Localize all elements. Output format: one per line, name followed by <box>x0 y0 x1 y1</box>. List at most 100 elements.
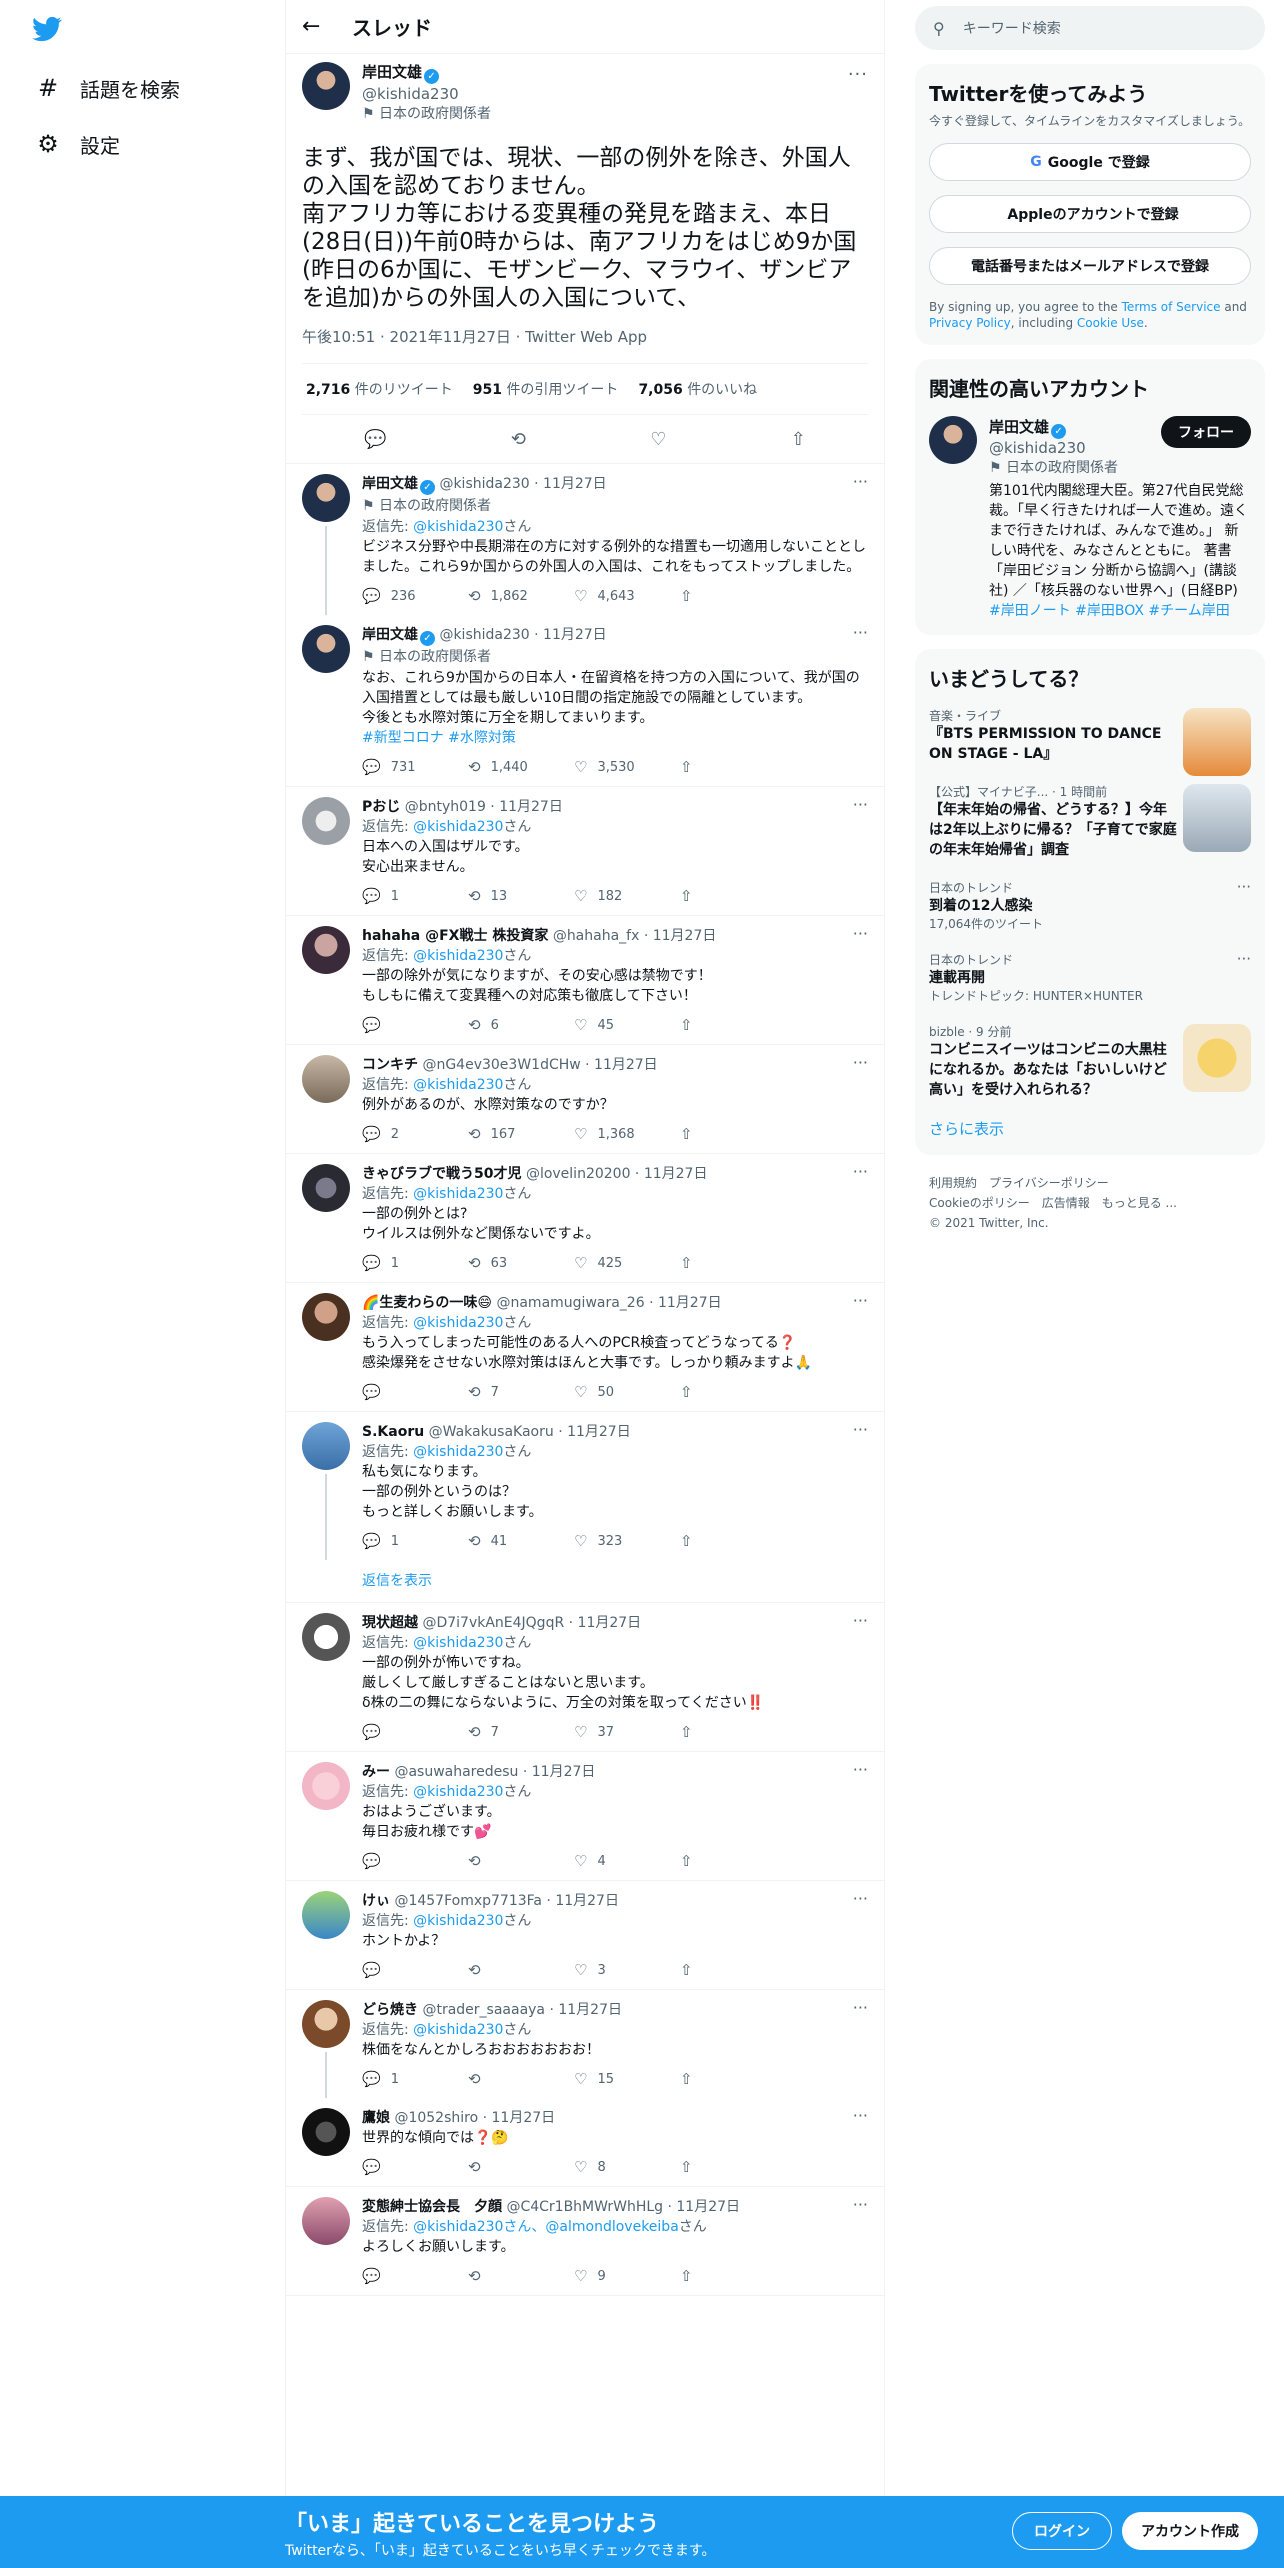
like-icon[interactable]: ♡ <box>650 429 666 450</box>
quote-count[interactable]: 951 件の引用ツイート <box>473 379 619 399</box>
retweet-button[interactable]: ⟲ <box>468 1852 574 1870</box>
avatar[interactable] <box>302 1422 350 1470</box>
trend-item[interactable]: 【公式】マイナビ子... · 1 時間前 【年末年始の帰省、どうする？】今年は2… <box>929 774 1251 870</box>
more-options-icon[interactable]: ··· <box>853 1998 868 2017</box>
reply-author-handle[interactable]: @namamugiwara_26 · 11月27日 <box>496 1295 721 1311</box>
like-button[interactable]: ♡ 45 <box>574 1016 680 1034</box>
like-button[interactable]: ♡ 3 <box>574 1961 680 1979</box>
reply-button[interactable]: 💬 <box>362 1723 468 1741</box>
replying-to-link[interactable]: @kishida230さん、@almondlovekeiba <box>413 2219 679 2235</box>
reply-author-handle[interactable]: @kishida230 · 11月27日 <box>439 476 606 492</box>
like-button[interactable]: ♡ 15 <box>574 2070 680 2088</box>
replying-to-link[interactable]: @kishida230 <box>413 1444 503 1460</box>
share-button[interactable]: ⇧ <box>680 1254 786 1272</box>
avatar[interactable] <box>302 2000 350 2048</box>
reply-author-name[interactable]: 岸田文雄 <box>362 627 418 643</box>
reply-button[interactable]: 💬 1 <box>362 2070 468 2088</box>
avatar[interactable] <box>302 2108 350 2156</box>
reply-tweet[interactable]: 🌈生麦わらの一味😄 @namamugiwara_26 · 11月27日 ··· 返信… <box>286 1283 884 1412</box>
share-button[interactable]: ⇧ <box>680 1961 786 1979</box>
author-name[interactable]: 岸田文雄 <box>362 63 422 81</box>
like-button[interactable]: ♡ 37 <box>574 1723 680 1741</box>
share-button[interactable]: ⇧ <box>680 1383 786 1401</box>
share-button[interactable]: ⇧ <box>680 1125 786 1143</box>
share-button[interactable]: ⇧ <box>680 2070 786 2088</box>
retweet-button[interactable]: ⟲ 7 <box>468 1723 574 1741</box>
more-options-icon[interactable]: ··· <box>853 1889 868 1908</box>
avatar[interactable] <box>302 625 350 673</box>
reply-tweet[interactable]: S.Kaoru @WakakusaKaoru · 11月27日 ··· 返信先: @… <box>286 1412 884 1560</box>
more-options-icon[interactable]: ··· <box>848 64 868 85</box>
reply-button[interactable]: 💬 731 <box>362 758 468 776</box>
reply-author-handle[interactable]: @WakakusaKaoru · 11月27日 <box>429 1424 631 1440</box>
avatar[interactable] <box>302 1055 350 1103</box>
reply-tweet[interactable]: 鷹娘 @1052shiro · 11月27日 ··· 世界的な傾向では❓🤔 💬 ⟲ ♡ 8 ⇧ <box>286 2098 884 2187</box>
replying-to-link[interactable]: @kishida230 <box>413 2022 503 2038</box>
back-arrow-icon[interactable]: ← <box>302 14 352 39</box>
search-input[interactable]: ⚲ キーワード検索 <box>915 6 1265 50</box>
reply-button[interactable]: 💬 <box>362 1383 468 1401</box>
terms-link[interactable]: Terms of Service <box>1122 300 1221 314</box>
retweet-button[interactable]: ⟲ 1,862 <box>468 587 574 605</box>
avatar[interactable] <box>302 62 350 110</box>
avatar[interactable] <box>302 1613 350 1661</box>
retweet-count[interactable]: 2,716 件のリツイート <box>306 379 453 399</box>
more-options-icon[interactable]: ··· <box>853 1162 868 1181</box>
retweet-button[interactable]: ⟲ <box>468 2070 574 2088</box>
share-button[interactable]: ⇧ <box>680 1016 786 1034</box>
retweet-button[interactable]: ⟲ 41 <box>468 1532 574 1550</box>
reply-author-name[interactable]: Pおじ <box>362 799 400 815</box>
reply-author-handle[interactable]: @lovelin20200 · 11月27日 <box>526 1166 708 1182</box>
nav-settings[interactable]: ⚙ 設定 <box>34 124 120 164</box>
share-button[interactable]: ⇧ <box>680 758 786 776</box>
reply-button[interactable]: 💬 1 <box>362 887 468 905</box>
twitter-logo-icon[interactable] <box>30 14 64 44</box>
reply-tweet[interactable]: きゃびラブで戦う50才児 @lovelin20200 · 11月27日 ··· 返信… <box>286 1154 884 1283</box>
avatar[interactable] <box>302 1891 350 1939</box>
share-button[interactable]: ⇧ <box>680 2158 786 2176</box>
share-button[interactable]: ⇧ <box>680 587 786 605</box>
reply-button[interactable]: 💬 1 <box>362 1254 468 1272</box>
reply-tweet[interactable]: 現状超越 @D7i7vkAnE4JQgqR · 11月27日 ··· 返信先: @k… <box>286 1603 884 1752</box>
replying-to-link[interactable]: @kishida230 <box>413 1186 503 1202</box>
more-options-icon[interactable]: ··· <box>853 1420 868 1439</box>
reply-tweet[interactable]: 岸田文雄 ✓ @kishida230 · 11月27日 ··· ⚑ 日本の政府関係者返… <box>286 464 884 615</box>
retweet-button[interactable]: ⟲ 6 <box>468 1016 574 1034</box>
more-options-icon[interactable]: ··· <box>853 472 868 491</box>
reply-author-handle[interactable]: @asuwaharedesu · 11月27日 <box>394 1764 595 1780</box>
more-options-icon[interactable]: ··· <box>853 1760 868 1779</box>
author-handle[interactable]: @kishida230 <box>362 84 491 104</box>
footer-line-1[interactable]: 利用規約 プライバシーポリシー <box>929 1173 1251 1193</box>
reply-tweet[interactable]: Pおじ @bntyh019 · 11月27日 ··· 返信先: @kishida23… <box>286 787 884 916</box>
phone-signup-button[interactable]: 電話番号またはメールアドレスで登録 <box>929 247 1251 285</box>
cookie-link[interactable]: Cookie Use <box>1077 316 1144 330</box>
retweet-button[interactable]: ⟲ 1,440 <box>468 758 574 776</box>
retweet-button[interactable]: ⟲ 13 <box>468 887 574 905</box>
signup-button[interactable]: アカウント作成 <box>1122 2512 1258 2550</box>
share-icon[interactable]: ⇧ <box>791 429 806 450</box>
reply-author-name[interactable]: コンキチ <box>362 1057 418 1073</box>
related-name[interactable]: 岸田文雄 <box>989 418 1049 436</box>
avatar[interactable] <box>302 1293 350 1341</box>
reply-button[interactable]: 💬 <box>362 1852 468 1870</box>
tweet-timestamp[interactable]: 午後10:51 · 2021年11月27日 · Twitter Web App <box>302 326 868 347</box>
more-options-icon[interactable]: ··· <box>1237 950 1251 968</box>
reply-button[interactable]: 💬 236 <box>362 587 468 605</box>
reply-button[interactable]: 💬 <box>362 1961 468 1979</box>
replying-to-link[interactable]: @kishida230 <box>413 1315 503 1331</box>
replying-to-link[interactable]: @kishida230 <box>413 519 503 535</box>
reply-author-name[interactable]: S.Kaoru <box>362 1424 424 1440</box>
like-button[interactable]: ♡ 9 <box>574 2267 680 2285</box>
follow-button[interactable]: フォロー <box>1161 416 1251 448</box>
trend-item[interactable]: 日本のトレンド 連載再開 トレンドトピック: HUNTER×HUNTER ··· <box>929 942 1251 1014</box>
like-count[interactable]: 7,056 件のいいね <box>638 379 757 399</box>
login-button[interactable]: ログイン <box>1012 2512 1112 2550</box>
apple-signup-button[interactable]: Appleのアカウントで登録 <box>929 195 1251 233</box>
reply-button[interactable]: 💬 1 <box>362 1532 468 1550</box>
reply-author-handle[interactable]: @1457Fomxp7713Fa · 11月27日 <box>394 1893 619 1909</box>
reply-button[interactable]: 💬 <box>362 2158 468 2176</box>
avatar[interactable] <box>302 1164 350 1212</box>
more-options-icon[interactable]: ··· <box>853 1053 868 1072</box>
like-button[interactable]: ♡ 8 <box>574 2158 680 2176</box>
avatar[interactable] <box>302 1762 350 1810</box>
